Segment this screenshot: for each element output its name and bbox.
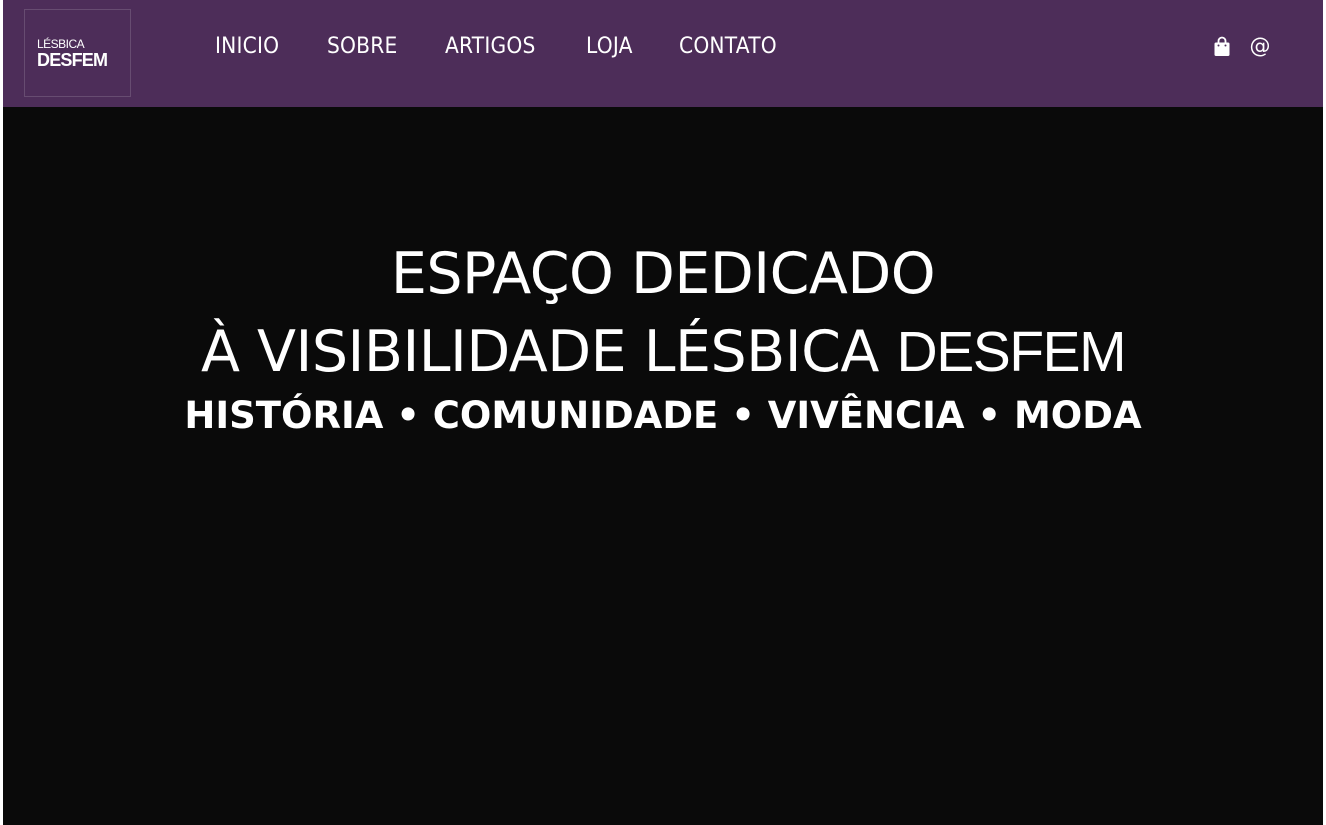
logo-text-top: LÉSBICA <box>37 36 85 51</box>
main-nav: INICIO SOBRE ARTIGOS LOJA CONTATO <box>215 32 827 62</box>
nav-link-inicio[interactable]: INICIO <box>215 32 279 62</box>
shopping-bag-icon[interactable] <box>1211 34 1233 58</box>
hero-tagline: HISTÓRIA • COMUNIDADE • VIVÊNCIA • MODA <box>184 394 1142 437</box>
page: LÉSBICA DESFEM INICIO SOBRE ARTIGOS LOJA… <box>0 0 1326 825</box>
hero-headline: ESPAÇO DEDICADO À VISIBILIDADE LÉSBICA D… <box>3 235 1323 391</box>
hero-section: ESPAÇO DEDICADO À VISIBILIDADE LÉSBICA D… <box>3 107 1323 825</box>
nav-link-loja[interactable]: LOJA <box>586 32 633 62</box>
site-logo[interactable]: LÉSBICA DESFEM <box>24 9 131 97</box>
at-sign-icon[interactable]: @ <box>1249 34 1271 58</box>
headline-line-2-text: À VISIBILIDADE LÉSBICA <box>200 319 879 386</box>
headline-brand: DESFEM <box>896 320 1127 385</box>
logo-text-bottom: DESFEM <box>37 49 108 70</box>
nav-icons: @ <box>1211 34 1271 58</box>
nav-link-contato[interactable]: CONTATO <box>679 32 777 62</box>
nav-link-sobre[interactable]: SOBRE <box>327 32 397 62</box>
headline-line-1: ESPAÇO DEDICADO <box>390 241 936 308</box>
headline-line-2: À VISIBILIDADE LÉSBICA DESFEM <box>3 313 1323 391</box>
nav-link-artigos[interactable]: ARTIGOS <box>445 32 536 62</box>
navbar: LÉSBICA DESFEM INICIO SOBRE ARTIGOS LOJA… <box>3 0 1323 107</box>
